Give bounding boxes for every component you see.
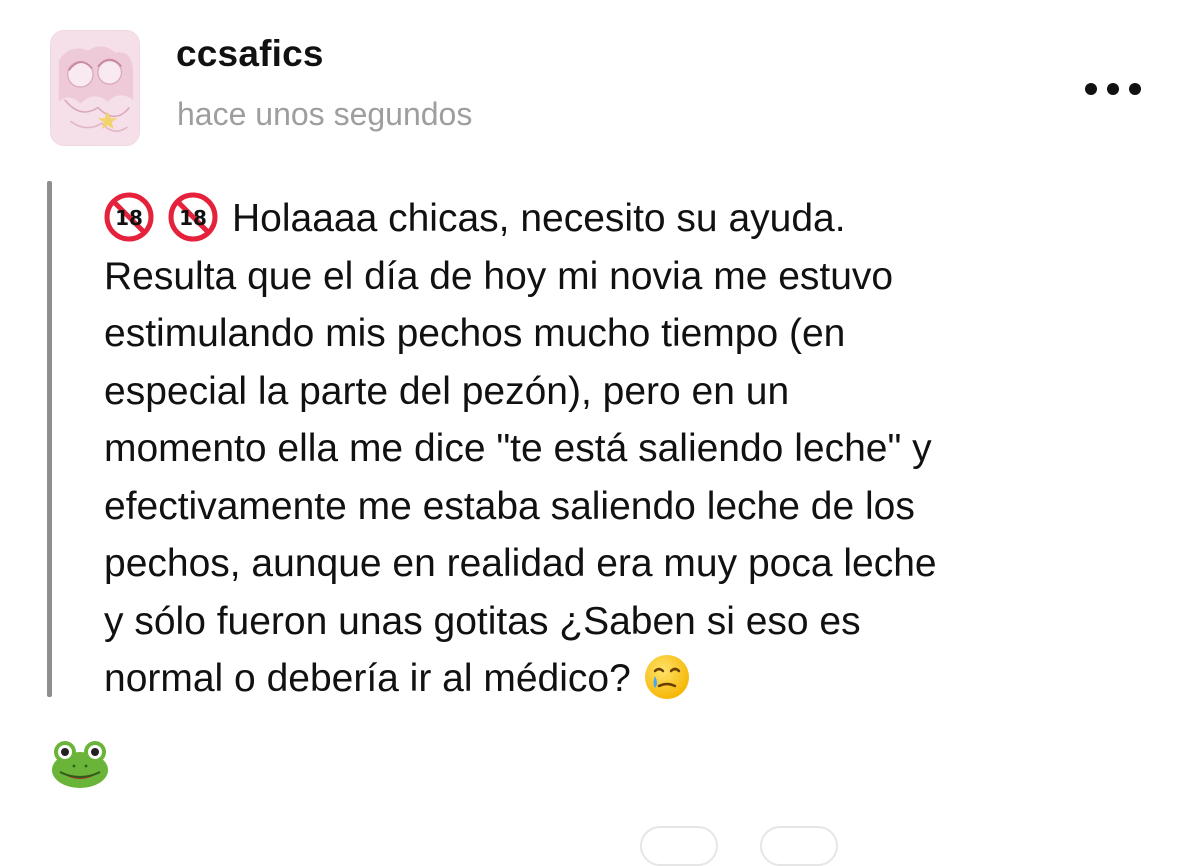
- username[interactable]: ccsafics: [176, 32, 324, 76]
- comment-button[interactable]: [760, 826, 838, 866]
- svg-text:18: 18: [179, 206, 207, 230]
- post-body: 18 18 Holaaaa chicas, necesito su ayuda. R…: [104, 190, 1184, 708]
- post-line: y sólo fueron unas gotitas ¿Saben si eso…: [104, 599, 861, 643]
- post-line: especial la parte del pezón), pero en un: [104, 369, 790, 413]
- quote-bar: [47, 181, 52, 697]
- no-one-under-eighteen-emoji: 18: [104, 192, 154, 242]
- post-timestamp: hace unos segundos: [177, 96, 473, 132]
- svg-text:18: 18: [115, 206, 143, 230]
- post-line: 18 18 Holaaaa chicas, necesito su ayuda.: [104, 190, 1184, 248]
- post-line: estimulando mis pechos mucho tiempo (en: [104, 312, 846, 355]
- reaction-button[interactable]: [640, 826, 718, 866]
- more-options-button[interactable]: [1080, 72, 1146, 106]
- frog-face-emoji: [50, 738, 110, 790]
- post-line: normal o debería ir al médico?: [104, 650, 1184, 708]
- avatar[interactable]: [50, 30, 140, 146]
- post-line: efectivamente me estaba saliendo leche d…: [104, 484, 915, 528]
- post-line: pechos, aunque en realidad era muy poca …: [104, 542, 937, 585]
- post-text: normal o debería ir al médico?: [104, 657, 631, 700]
- post-line: Resulta que el día de hoy mi novia me es…: [104, 254, 894, 298]
- post-line: momento ella me dice "te está saliendo l…: [104, 427, 932, 470]
- no-one-under-eighteen-emoji: 18: [168, 192, 218, 242]
- more-horizontal-icon: [1085, 83, 1141, 95]
- anime-illustration-avatar-icon: [51, 31, 139, 145]
- post-text: Holaaaa chicas, necesito su ayuda.: [232, 197, 846, 240]
- face-holding-back-tears-emoji: [642, 652, 692, 702]
